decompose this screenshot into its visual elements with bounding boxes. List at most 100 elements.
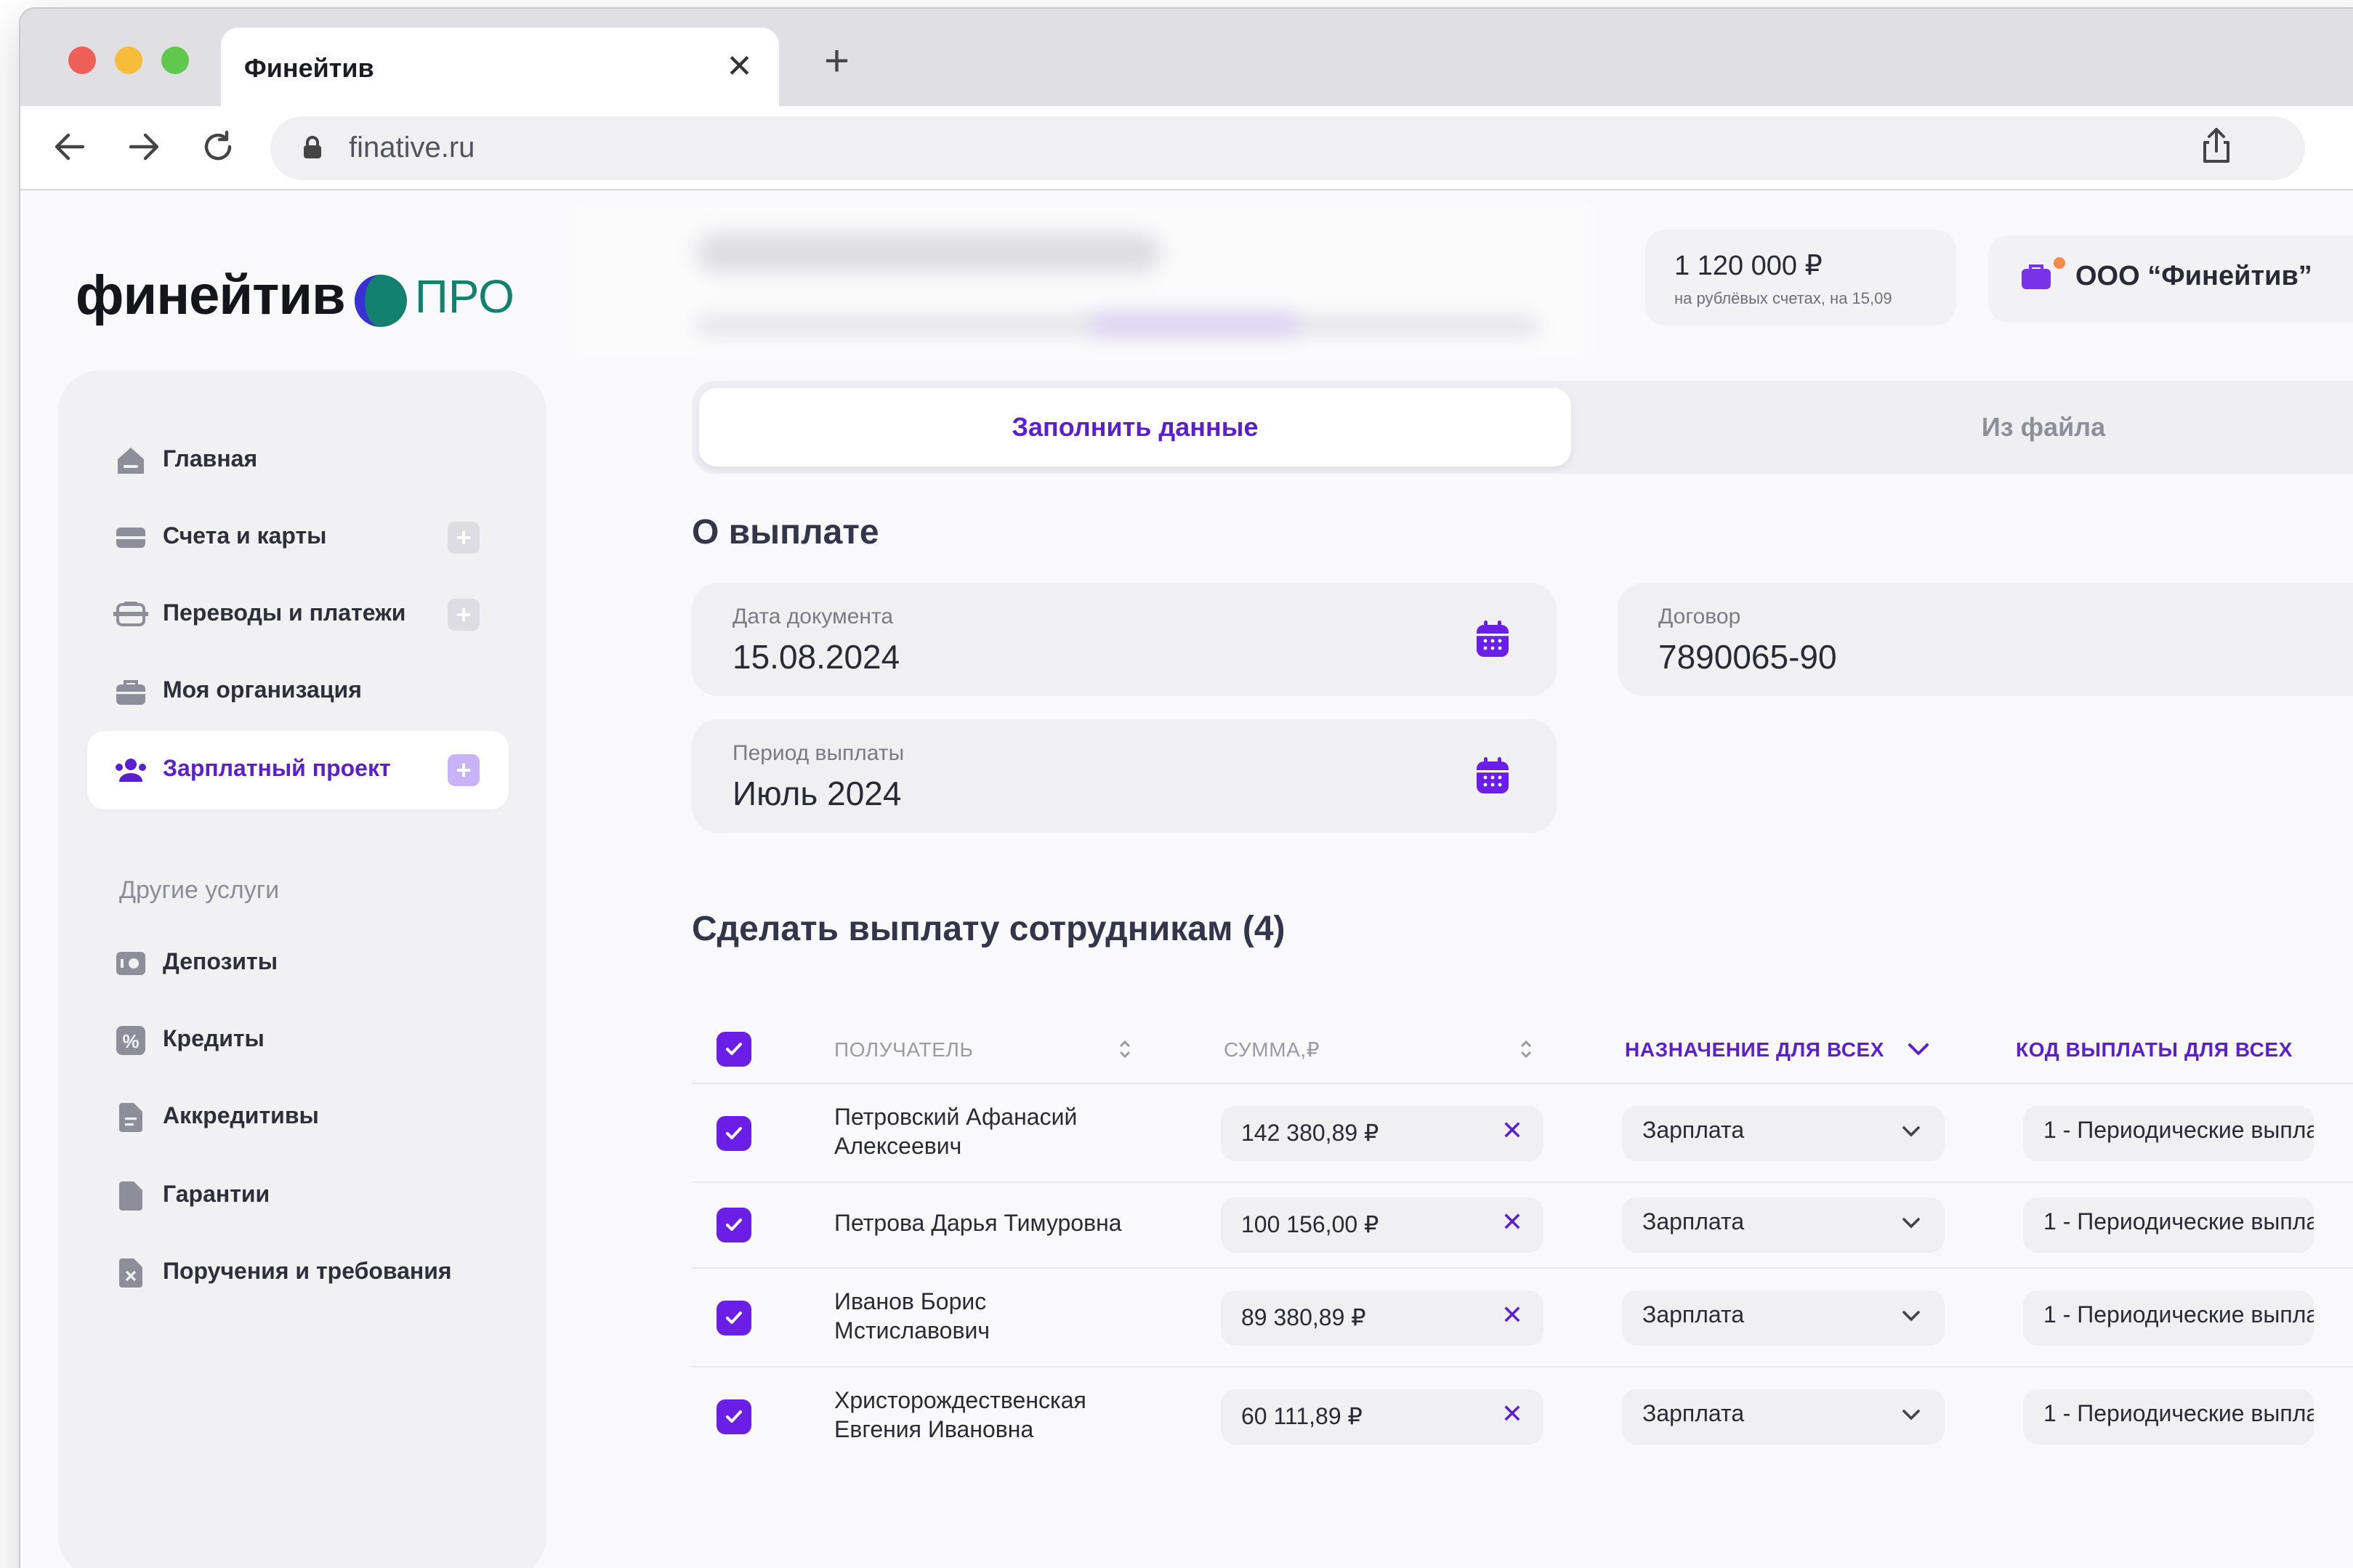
amount-input[interactable]: 89 380,89 ₽ ✕ xyxy=(1221,1290,1543,1346)
payment-code-select[interactable]: 1 - Периодические выплаты xyxy=(2023,1389,2314,1444)
sidebar-item-salary-project[interactable]: Зарплатный проект + xyxy=(87,731,509,809)
payment-code-select[interactable]: 1 - Периодические выплаты xyxy=(2023,1106,2314,1161)
purpose-select[interactable]: Зарплата xyxy=(1622,1197,1945,1253)
chevron-down-icon xyxy=(1902,1218,1920,1229)
column-code-all[interactable]: КОД ВЫПЛАТЫ ДЛЯ ВСЕХ xyxy=(2016,1038,2293,1061)
people-icon xyxy=(113,753,148,788)
main-content: 1 120 000 ₽ на рублёвых счетах, на 15,09… xyxy=(573,190,2353,1568)
sidebar-item-label: Главная xyxy=(163,448,258,472)
document-date-field[interactable]: Дата документа 15.08.2024 xyxy=(692,583,1557,696)
purpose-select[interactable]: Зарплата xyxy=(1622,1389,1945,1444)
payment-section-title: О выплате xyxy=(692,513,879,552)
close-window-button[interactable] xyxy=(68,47,96,74)
sort-icon[interactable] xyxy=(1118,1038,1132,1061)
add-salary-button[interactable]: + xyxy=(448,754,480,786)
clear-icon[interactable]: ✕ xyxy=(1501,1301,1523,1331)
safe-icon xyxy=(113,946,148,981)
clear-icon[interactable]: ✕ xyxy=(1501,1399,1523,1430)
chevron-down-icon[interactable] xyxy=(1907,1040,1930,1058)
row-checkbox[interactable] xyxy=(717,1208,751,1242)
purpose-select[interactable]: Зарплата xyxy=(1622,1290,1945,1346)
contract-field[interactable]: Договор 7890065-90 xyxy=(1618,583,2353,696)
column-amount[interactable]: СУММА,₽ xyxy=(1224,1038,1320,1062)
add-account-button[interactable]: + xyxy=(448,522,480,554)
check-icon xyxy=(726,1410,742,1423)
sidebar-item-label: Гарантии xyxy=(163,1183,270,1208)
forward-icon[interactable] xyxy=(121,124,167,170)
calendar-icon[interactable] xyxy=(1475,621,1510,666)
amount-input[interactable]: 100 156,00 ₽ ✕ xyxy=(1221,1197,1543,1253)
amount-input[interactable]: 60 111,89 ₽ ✕ xyxy=(1221,1389,1543,1444)
home-icon xyxy=(113,443,148,478)
briefcase-icon xyxy=(113,674,148,709)
sidebar-item-orders[interactable]: Поручения и требования xyxy=(87,1234,509,1312)
new-tab-icon[interactable]: + xyxy=(824,40,849,84)
clear-icon[interactable]: ✕ xyxy=(1501,1208,1523,1238)
purpose-select[interactable]: Зарплата xyxy=(1622,1106,1945,1161)
browser-tab-title: Финейтив xyxy=(244,54,374,83)
column-purpose-all[interactable]: НАЗНАЧЕНИЕ ДЛЯ ВСЕХ xyxy=(1625,1038,1884,1061)
chevron-down-icon xyxy=(1902,1311,1920,1322)
purpose-value: Зарплата xyxy=(1642,1119,1745,1144)
sidebar-item-home[interactable]: Главная xyxy=(87,421,509,500)
row-checkbox[interactable] xyxy=(717,1301,751,1335)
payment-period-label: Период выплаты xyxy=(732,741,905,766)
chevron-down-icon xyxy=(1902,1410,1920,1421)
logo[interactable]: финейтив ПРО xyxy=(76,266,514,328)
select-all-checkbox[interactable] xyxy=(717,1032,751,1067)
amount-input[interactable]: 142 380,89 ₽ ✕ xyxy=(1221,1106,1543,1161)
sidebar-item-label: Кредиты xyxy=(163,1027,265,1052)
chevron-down-icon xyxy=(1902,1126,1920,1137)
sidebar-item-label: Переводы и платежи xyxy=(163,602,406,626)
calendar-icon[interactable] xyxy=(1475,757,1510,802)
browser-tab-strip: Финейтив ✕ + xyxy=(20,9,2353,109)
check-icon xyxy=(726,1043,742,1055)
order-icon xyxy=(113,1256,148,1290)
payment-period-value: Июль 2024 xyxy=(732,775,902,812)
sidebar-item-transfers[interactable]: Переводы и платежи + xyxy=(87,575,509,654)
share-icon[interactable] xyxy=(2200,126,2232,171)
payment-code-value: 1 - Периодические выплаты xyxy=(2043,1211,2314,1235)
organization-switcher[interactable]: ООО “Финейтив” xyxy=(1988,235,2353,323)
tab-fill-data[interactable]: Заполнить данные xyxy=(699,388,1571,466)
browser-tab[interactable]: Финейтив ✕ xyxy=(221,28,779,109)
sidebar-item-credits[interactable]: % Кредиты xyxy=(87,1001,509,1080)
table-row: Иванов Борис Мстиславович 89 380,89 ₽ ✕ … xyxy=(692,1269,2353,1367)
reload-icon[interactable] xyxy=(195,124,241,170)
sort-icon[interactable] xyxy=(1519,1038,1533,1061)
sidebar-item-guarantees[interactable]: Гарантии xyxy=(87,1157,509,1235)
back-icon[interactable] xyxy=(47,124,93,170)
sidebar-item-letters-of-credit[interactable]: Аккредитивы xyxy=(87,1078,509,1157)
employees-section-title: Сделать выплату сотрудникам (4) xyxy=(692,910,1286,949)
close-tab-icon[interactable]: ✕ xyxy=(726,50,753,83)
row-checkbox[interactable] xyxy=(717,1116,751,1151)
address-bar[interactable]: finative.ru xyxy=(270,116,2305,180)
clear-icon[interactable]: ✕ xyxy=(1501,1116,1523,1147)
column-recipient[interactable]: ПОЛУЧАТЕЛЬ xyxy=(834,1038,973,1061)
amount-value: 142 380,89 ₽ xyxy=(1241,1122,1379,1147)
document-date-label: Дата документа xyxy=(732,605,894,629)
sidebar-item-label: Поручения и требования xyxy=(163,1260,452,1285)
payment-period-field[interactable]: Период выплаты Июль 2024 xyxy=(692,719,1557,833)
sidebar-item-organization[interactable]: Моя организация xyxy=(87,652,509,731)
amount-value: 89 380,89 ₽ xyxy=(1241,1306,1366,1331)
payment-code-select[interactable]: 1 - Периодические выплаты xyxy=(2023,1197,2314,1253)
add-transfer-button[interactable]: + xyxy=(448,599,480,631)
sidebar-item-deposits[interactable]: Депозиты xyxy=(87,924,509,1003)
tab-from-file[interactable]: Из файла xyxy=(1593,388,2353,466)
payment-code-value: 1 - Периодические выплаты xyxy=(2043,1304,2314,1328)
row-checkbox[interactable] xyxy=(717,1399,751,1434)
amount-value: 100 156,00 ₽ xyxy=(1241,1213,1379,1238)
balance-card[interactable]: 1 120 000 ₽ на рублёвых счетах, на 15,09 xyxy=(1645,230,1956,326)
employees-table-header: ПОЛУЧАТЕЛЬ СУММА,₽ НАЗНАЧЕНИЕ ДЛЯ ВСЕХ К… xyxy=(692,1011,2353,1084)
sidebar-item-accounts[interactable]: Счета и карты + xyxy=(87,498,509,577)
organization-icon xyxy=(2020,262,2052,298)
recipient-name: Иванов Борис Мстиславович xyxy=(834,1290,990,1344)
table-row: Петрова Дарья Тимуровна 100 156,00 ₽ ✕ З… xyxy=(692,1183,2353,1269)
minimize-window-button[interactable] xyxy=(115,47,142,74)
payment-code-select[interactable]: 1 - Периодические выплаты xyxy=(2023,1290,2314,1346)
balance-amount: 1 120 000 ₽ xyxy=(1674,251,1823,282)
document-icon xyxy=(113,1100,148,1135)
percent-icon: % xyxy=(113,1023,148,1058)
maximize-window-button[interactable] xyxy=(161,47,189,74)
